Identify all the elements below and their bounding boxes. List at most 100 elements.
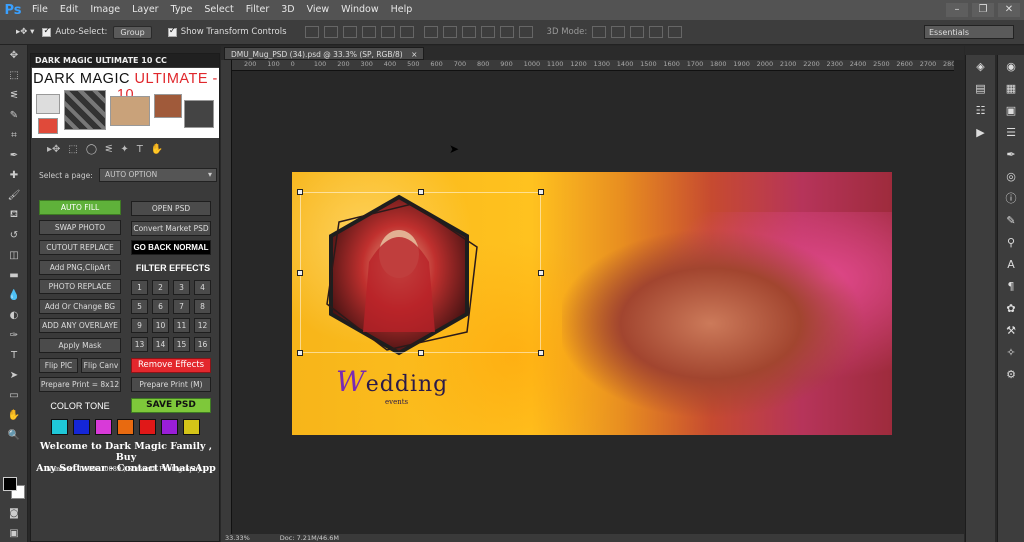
brush-tool-icon[interactable]: 🖌	[0, 185, 28, 205]
prepare-print-8x12-button[interactable]: Prepare Print = 8x12	[39, 377, 121, 392]
plugin-marquee-icon[interactable]: ⬚	[68, 144, 77, 158]
play-actions-icon[interactable]: ▶	[966, 121, 995, 143]
color-tone-swatch[interactable]	[183, 419, 200, 435]
foreground-color-swatch[interactable]	[3, 477, 17, 491]
menu-type[interactable]: Type	[165, 0, 199, 20]
prepare-print-m-button[interactable]: Prepare Print (M)	[131, 377, 211, 392]
close-button[interactable]: ✕	[998, 3, 1020, 17]
convert-market-psd-button[interactable]: Convert Market PSD	[131, 221, 211, 236]
rectangle-tool-icon[interactable]: ▭	[0, 385, 28, 405]
effect-9-button[interactable]: 9	[131, 318, 148, 333]
path-select-tool-icon[interactable]: ➤	[0, 365, 28, 385]
swap-photo-button[interactable]: SWAP PHOTO	[39, 220, 121, 235]
pen-tool-icon[interactable]: ✑	[0, 325, 28, 345]
effect-14-button[interactable]: 14	[152, 337, 169, 352]
distribute-top-icon[interactable]	[423, 26, 438, 38]
3d-slide-icon[interactable]	[649, 26, 664, 38]
distribute-left-icon[interactable]	[480, 26, 495, 38]
close-tab-icon[interactable]: ×	[411, 50, 417, 59]
dodge-tool-icon[interactable]: ◐	[0, 305, 28, 325]
open-psd-button[interactable]: OPEN PSD	[131, 201, 211, 216]
3d-scale-icon[interactable]	[668, 26, 683, 38]
auto-select-checkbox[interactable]	[42, 26, 52, 37]
color-swatches[interactable]	[3, 477, 25, 499]
eyedropper-tool-icon[interactable]: ✒	[0, 145, 28, 165]
add-change-bg-button[interactable]: Add Or Change BG	[39, 299, 121, 314]
distribute-center-icon[interactable]	[499, 26, 514, 38]
effect-1-button[interactable]: 1	[131, 280, 148, 295]
transform-handle-top-right[interactable]	[538, 189, 544, 195]
effect-5-button[interactable]: 5	[131, 299, 148, 314]
styles-panel-icon[interactable]: ▣	[998, 99, 1024, 121]
3d-rotate-icon[interactable]	[592, 26, 607, 38]
add-png-clipart-button[interactable]: Add PNG,ClipArt	[39, 260, 121, 275]
eraser-tool-icon[interactable]: ◫	[0, 245, 28, 265]
color-panel-icon[interactable]: ◉	[998, 55, 1024, 77]
transform-handle-bottom-right[interactable]	[538, 350, 544, 356]
brush-presets-icon[interactable]: ✎	[998, 209, 1024, 231]
align-middle-icon[interactable]	[323, 26, 338, 38]
plugin-lasso-icon[interactable]: ᓬ	[105, 144, 112, 158]
clone-stamp-tool-icon[interactable]: ⛾	[0, 205, 28, 225]
save-psd-button[interactable]: SAVE PSD	[131, 398, 211, 413]
effect-16-button[interactable]: 16	[194, 337, 211, 352]
select-page-dropdown[interactable]: AUTO OPTION	[99, 168, 217, 182]
restore-button[interactable]: ❐	[972, 3, 994, 17]
timeline-panel-icon[interactable]: ⚙	[998, 363, 1024, 385]
effect-8-button[interactable]: 8	[194, 299, 211, 314]
transform-handle-top-left[interactable]	[297, 189, 303, 195]
zoom-level[interactable]: 33.33%	[225, 534, 250, 542]
document-size-info[interactable]: Doc: 7.21M/46.6M	[280, 534, 339, 542]
effect-4-button[interactable]: 4	[194, 280, 211, 295]
crop-tool-icon[interactable]: ⌗	[0, 125, 28, 145]
color-tone-swatch[interactable]	[51, 419, 68, 435]
plugin-ellipse-icon[interactable]: ◯	[86, 144, 97, 158]
align-left-icon[interactable]	[361, 26, 376, 38]
photo-replace-button[interactable]: PHOTO REPLACE	[39, 279, 121, 294]
info-panel-icon[interactable]: ⓘ	[998, 187, 1024, 209]
quick-select-tool-icon[interactable]: ✎	[0, 105, 28, 125]
glyphs-panel-icon[interactable]: ✿	[998, 297, 1024, 319]
remove-effects-button[interactable]: Remove Effects	[131, 358, 211, 373]
layers-icon[interactable]: ◈	[966, 55, 995, 77]
menu-select[interactable]: Select	[198, 0, 239, 20]
document-tab[interactable]: DMU_Mug_PSD (34).psd @ 33.3% (SP, RGB/8)…	[224, 47, 425, 60]
transform-handle-top[interactable]	[418, 189, 424, 195]
align-center-icon[interactable]	[380, 26, 395, 38]
effect-12-button[interactable]: 12	[194, 318, 211, 333]
clone-source-icon[interactable]: ⚲	[998, 231, 1024, 253]
plugin-wand-icon[interactable]: ✦	[120, 144, 128, 158]
effect-7-button[interactable]: 7	[173, 299, 190, 314]
distribute-middle-icon[interactable]	[442, 26, 457, 38]
effect-6-button[interactable]: 6	[152, 299, 169, 314]
plugin-move-icon[interactable]: ▸✥	[47, 144, 60, 158]
align-right-icon[interactable]	[399, 26, 414, 38]
color-tone-swatch[interactable]	[139, 419, 156, 435]
swatches-panel-icon[interactable]: ▦	[998, 77, 1024, 99]
tool-presets-icon[interactable]: ⚒	[998, 319, 1024, 341]
paths-panel-icon[interactable]: ✒	[998, 143, 1024, 165]
history-icon[interactable]: ▤	[966, 77, 995, 99]
transform-handle-right[interactable]	[538, 270, 544, 276]
notes-panel-icon[interactable]: ✧	[998, 341, 1024, 363]
plugin-type-icon[interactable]: T	[137, 144, 143, 158]
flip-pic-button[interactable]: Flip PIC	[39, 358, 78, 373]
plugin-hand-icon[interactable]: ✋	[151, 144, 163, 158]
color-tone-swatch[interactable]	[73, 419, 90, 435]
effect-10-button[interactable]: 10	[152, 318, 169, 333]
transform-bounding-box[interactable]	[297, 189, 544, 356]
color-tone-swatch[interactable]	[95, 419, 112, 435]
history-brush-tool-icon[interactable]: ↺	[0, 225, 28, 245]
healing-brush-tool-icon[interactable]: ✚	[0, 165, 28, 185]
transform-handle-bottom[interactable]	[418, 350, 424, 356]
character-panel-icon[interactable]: A	[998, 253, 1024, 275]
color-tone-swatch[interactable]	[117, 419, 134, 435]
marquee-tool-icon[interactable]: ⬚	[0, 65, 28, 85]
align-bottom-icon[interactable]	[342, 26, 357, 38]
zoom-tool-icon[interactable]: 🔍	[0, 425, 28, 445]
effect-13-button[interactable]: 13	[131, 337, 148, 352]
go-back-normal-button[interactable]: GO BACK NORMAL	[131, 240, 211, 255]
menu-help[interactable]: Help	[385, 0, 419, 20]
show-transform-checkbox[interactable]	[167, 26, 177, 37]
menu-layer[interactable]: Layer	[126, 0, 165, 20]
